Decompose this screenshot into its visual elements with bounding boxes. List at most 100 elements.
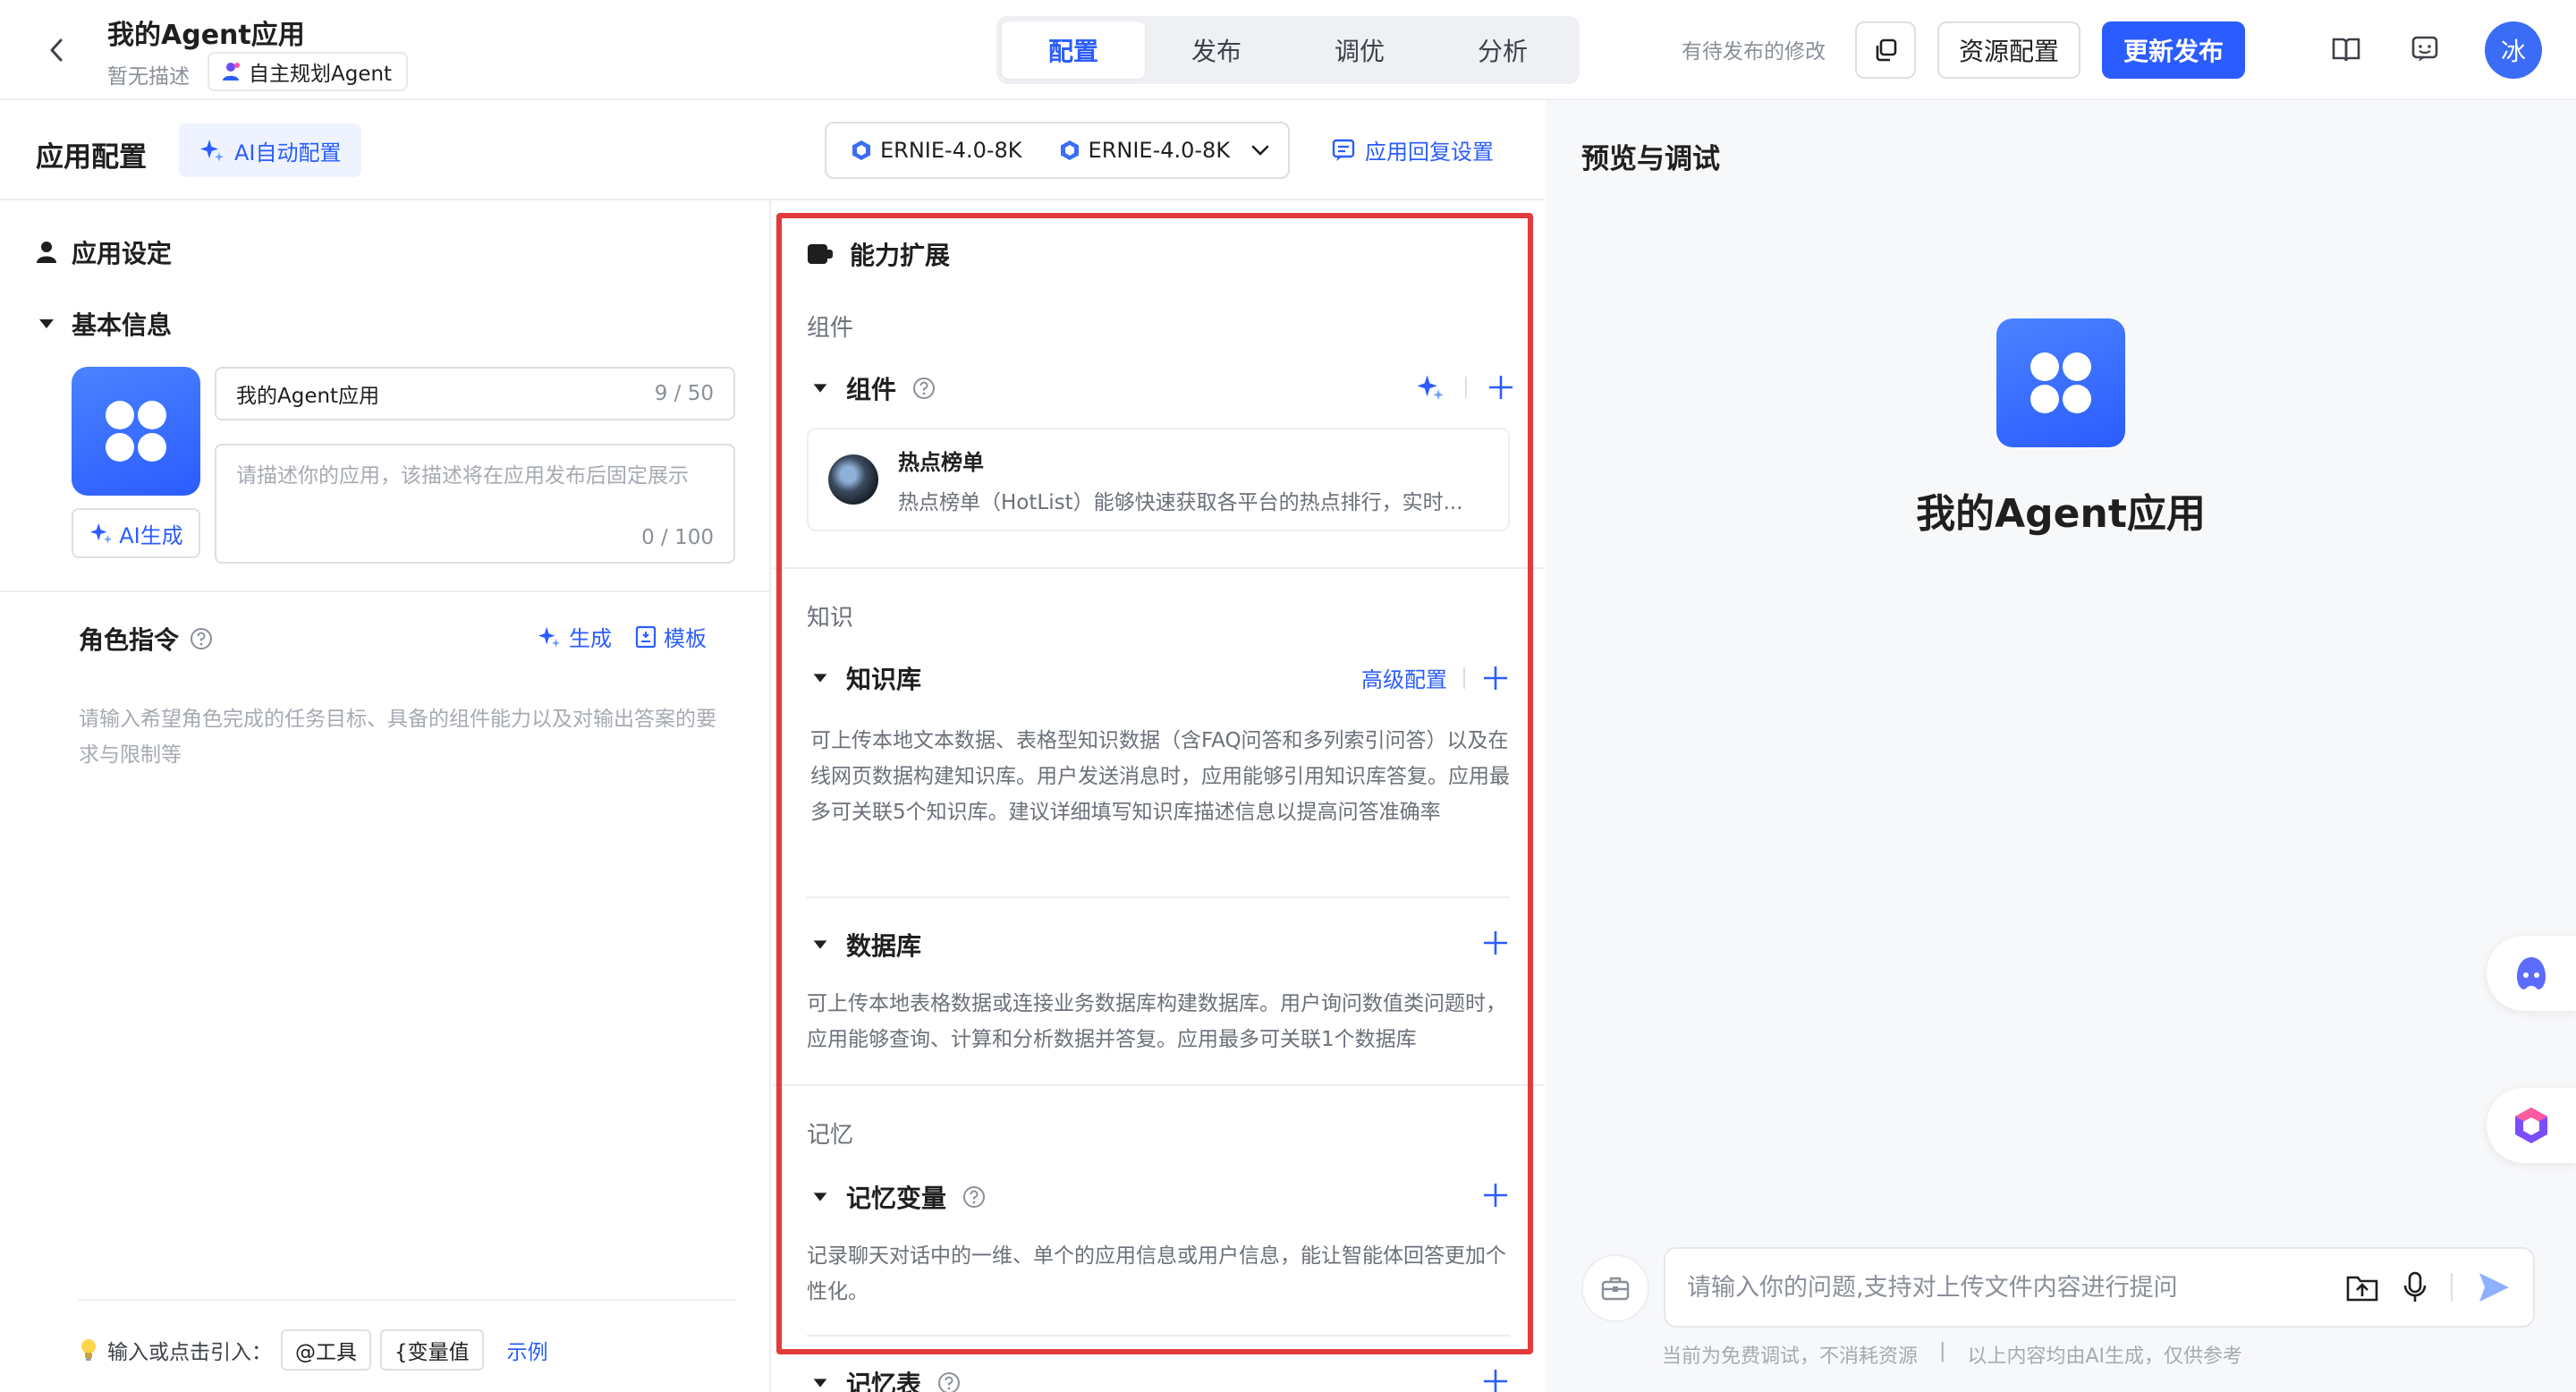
- group-memory-label: 记忆: [807, 1122, 854, 1149]
- send-icon[interactable]: [2476, 1270, 2512, 1304]
- user-avatar[interactable]: 冰: [2485, 21, 2542, 79]
- group-components-label: 组件: [807, 315, 854, 342]
- app-name-value: 我的Agent应用: [236, 385, 380, 408]
- plugin-card-hotlist[interactable]: 热点榜单 热点榜单（HotList）能够快速获取各平台的热点排行，实时...: [807, 428, 1510, 531]
- ai-auto-config-label: AI自动配置: [234, 140, 342, 166]
- knowledge-base-actions: 高级配置: [1361, 662, 1510, 693]
- model-selector[interactable]: ERNIE-4.0-8K ERNIE-4.0-8K: [825, 122, 1290, 179]
- reference-hint-text: 输入或点击引入：: [107, 1341, 272, 1364]
- separator: [2451, 1273, 2453, 1302]
- app-name-field[interactable]: 我的Agent应用 9 / 50: [215, 367, 735, 420]
- components-label: 组件: [846, 375, 897, 404]
- app-title: 我的Agent应用: [107, 20, 305, 51]
- toolbox-button[interactable]: [1581, 1254, 1649, 1322]
- assistant-float-button[interactable]: [2487, 936, 2576, 1011]
- sparkle-icon: [199, 137, 225, 164]
- tab-tuning[interactable]: 调优: [1288, 21, 1431, 79]
- app-description-field[interactable]: 请描述你的应用，该描述将在应用发布后固定展示 0 / 100: [215, 444, 735, 564]
- back-icon[interactable]: [39, 32, 75, 68]
- ai-disclaimer: 以上内容均由AI生成，仅供参考: [1967, 1345, 2242, 1368]
- ai-auto-config-button[interactable]: AI自动配置: [179, 123, 361, 177]
- free-debug-note: 当前为免费调试，不消耗资源: [1662, 1345, 1919, 1368]
- preview-title: 预览与调试: [1581, 143, 1720, 175]
- cube-float-button[interactable]: [2487, 1088, 2576, 1163]
- agent-type-label: 自主规划Agent: [249, 63, 393, 86]
- app-setting-heading: 应用设定: [36, 234, 172, 270]
- caret-down-icon: [810, 1187, 830, 1207]
- app-description: 暂无描述: [107, 65, 190, 89]
- plugin-icon: [807, 242, 834, 266]
- database-label: 数据库: [846, 931, 922, 961]
- preview-panel: 预览与调试 我的Agent应用 请输入你的问题,支持对上传文件内容进行提问 当前…: [1546, 100, 2576, 1392]
- basic-info-toggle[interactable]: 基本信息: [36, 306, 172, 342]
- add-knowledge-plus-icon[interactable]: [1481, 664, 1510, 692]
- tab-analysis[interactable]: 分析: [1431, 21, 1574, 79]
- chat-footer: 当前为免费调试，不消耗资源 | 以上内容均由AI生成，仅供参考: [1662, 1340, 2242, 1369]
- memory-variable-description: 记录聊天对话中的一维、单个的应用信息或用户信息，能让智能体回答更加个性化。: [807, 1244, 1506, 1303]
- help-icon[interactable]: [962, 1185, 986, 1209]
- knowledge-base-label: 知识库: [846, 665, 922, 694]
- app-setting-label: 应用设定: [72, 239, 173, 268]
- template-button[interactable]: 模板: [635, 621, 707, 652]
- insert-tool-chip[interactable]: @工具: [281, 1329, 371, 1371]
- toolbox-icon: [1600, 1275, 1631, 1302]
- capability-panel: 能力扩展 组件 组件 热点榜单 热点榜单（HotList）能够快速获取各平台的热…: [773, 200, 1544, 1392]
- tab-publish[interactable]: 发布: [1145, 21, 1288, 79]
- advanced-config-link[interactable]: 高级配置: [1361, 662, 1447, 693]
- add-memory-variable-plus-icon[interactable]: [1481, 1181, 1510, 1210]
- memory-variable-label: 记忆变量: [846, 1184, 947, 1213]
- book-icon[interactable]: [2331, 34, 2361, 64]
- app-description-counter: 0 / 100: [641, 526, 714, 549]
- knowledge-base-toggle[interactable]: 知识库: [810, 660, 921, 696]
- ai-generate-label: AI生成: [119, 522, 183, 548]
- example-link[interactable]: 示例: [507, 1335, 548, 1365]
- add-component-plus-icon[interactable]: [1487, 373, 1515, 402]
- main-tabs: 配置 发布 调优 分析: [996, 16, 1580, 84]
- help-icon[interactable]: [190, 627, 213, 650]
- chat-input[interactable]: [1687, 1273, 2345, 1302]
- copy-icon: [1873, 38, 1898, 63]
- role-instruction-heading: 角色指令: [79, 621, 213, 657]
- basic-info-label: 基本信息: [72, 310, 173, 340]
- template-icon: [635, 625, 657, 649]
- preview-app-icon: [1996, 318, 2125, 447]
- plugin-description: 热点榜单（HotList）能够快速获取各平台的热点排行，实时...: [898, 490, 1463, 514]
- app-name-counter: 9 / 50: [654, 382, 714, 405]
- divider: [807, 1335, 1510, 1337]
- app-icon-upload[interactable]: [72, 367, 200, 496]
- insert-variable-chip[interactable]: {变量值: [380, 1329, 484, 1371]
- help-icon[interactable]: [937, 1371, 961, 1392]
- components-toggle[interactable]: 组件: [810, 370, 936, 406]
- role-instruction-input[interactable]: 请输入希望角色完成的任务目标、具备的组件能力以及对输出答案的要求与限制等: [79, 701, 723, 773]
- footer-separator: |: [1939, 1340, 1946, 1362]
- feedback-icon[interactable]: [2410, 34, 2440, 64]
- database-toggle[interactable]: 数据库: [810, 927, 921, 963]
- divider: [807, 896, 1510, 898]
- ai-add-component-button[interactable]: [1415, 372, 1445, 403]
- upload-icon[interactable]: [2345, 1272, 2379, 1303]
- add-memory-table-plus-icon[interactable]: [1481, 1367, 1510, 1392]
- config-title: 应用配置: [36, 141, 147, 174]
- bulb-icon: [79, 1337, 98, 1362]
- model-icon: [852, 140, 871, 161]
- user-icon: [36, 241, 57, 264]
- help-icon[interactable]: [912, 377, 936, 400]
- reply-settings-link[interactable]: 应用回复设置: [1331, 134, 1494, 166]
- generate-button[interactable]: 生成: [537, 621, 612, 652]
- agent-type-badge: 自主规划Agent: [208, 52, 409, 91]
- app-settings-panel: 应用设定 基本信息 AI生成 我的Agent应用 9 / 50 请描述你的应用，…: [0, 200, 771, 1392]
- mic-icon[interactable]: [2402, 1271, 2428, 1303]
- add-database-plus-icon[interactable]: [1481, 929, 1510, 957]
- tab-config[interactable]: 配置: [1002, 21, 1145, 79]
- resource-config-button[interactable]: 资源配置: [1937, 21, 2080, 79]
- hotlist-logo-icon: [828, 454, 878, 505]
- top-bar: 我的Agent应用 暂无描述 自主规划Agent 配置 发布 调优 分析 有待发…: [0, 0, 2576, 100]
- memory-variable-toggle[interactable]: 记忆变量: [810, 1179, 986, 1215]
- update-publish-button[interactable]: 更新发布: [2102, 21, 2245, 79]
- reference-hint: 输入或点击引入： @工具 {变量值 示例: [79, 1329, 548, 1371]
- app-description-placeholder: 请描述你的应用，该描述将在应用发布后固定展示: [236, 464, 689, 488]
- sparkle-icon: [89, 521, 114, 546]
- copy-button[interactable]: [1855, 21, 1916, 79]
- memory-table-toggle[interactable]: 记忆表: [810, 1365, 961, 1392]
- ai-generate-icon-button[interactable]: AI生成: [72, 508, 200, 558]
